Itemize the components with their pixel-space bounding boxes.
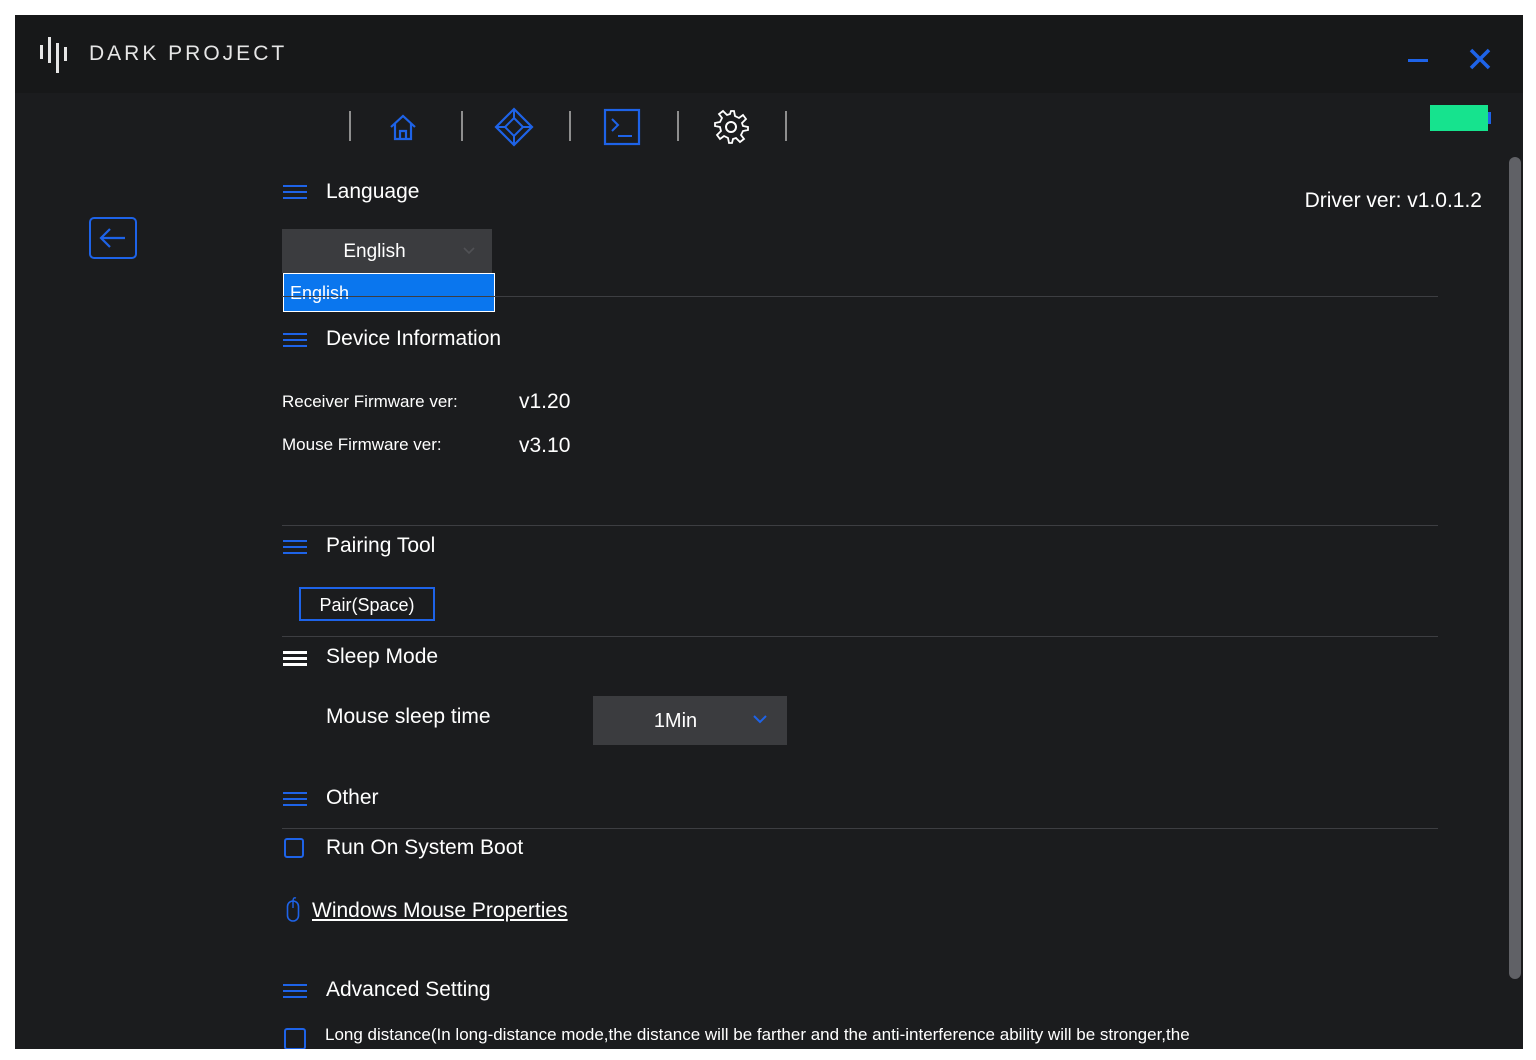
battery-indicator bbox=[1430, 105, 1488, 131]
section-title-other: Other bbox=[326, 786, 379, 809]
long-distance-label: Long distance(In long-distance mode,the … bbox=[325, 1025, 1190, 1044]
title-bar[interactable]: DARK PROJECT bbox=[15, 15, 1523, 93]
home-icon[interactable] bbox=[381, 105, 425, 149]
toolbar-separator bbox=[461, 111, 463, 141]
windows-mouse-properties-link[interactable]: Windows Mouse Properties bbox=[312, 899, 568, 923]
language-selected-value: English bbox=[343, 241, 406, 262]
toolbar-separator bbox=[785, 111, 787, 141]
menu-lines-icon bbox=[283, 984, 307, 1002]
divider bbox=[282, 296, 1438, 297]
mouse-sleep-time-label: Mouse sleep time bbox=[326, 705, 491, 728]
menu-lines-icon bbox=[283, 651, 307, 669]
section-title-pairing-tool: Pairing Tool bbox=[326, 534, 436, 557]
language-select[interactable]: English bbox=[282, 229, 492, 273]
sleep-time-value: 1Min bbox=[653, 710, 698, 732]
mouse-firmware-label: Mouse Firmware ver: bbox=[282, 435, 442, 454]
arrow-left-icon bbox=[99, 228, 125, 248]
run-on-boot-checkbox[interactable] bbox=[284, 838, 304, 858]
minimize-icon[interactable] bbox=[1408, 59, 1428, 62]
app-window: DARK PROJECT Driver ver: v1.0.1.2 Langua… bbox=[15, 15, 1523, 1049]
sleep-time-select[interactable]: 1Min bbox=[593, 696, 787, 745]
divider bbox=[282, 525, 1438, 526]
battery-tip bbox=[1488, 112, 1491, 124]
brand-logo-icon bbox=[40, 37, 67, 73]
menu-lines-icon bbox=[283, 792, 307, 810]
chevron-down-icon bbox=[753, 715, 767, 724]
section-title-language: Language bbox=[326, 180, 420, 203]
diamond-icon[interactable] bbox=[492, 105, 536, 149]
scrollbar-thumb[interactable] bbox=[1509, 157, 1521, 979]
long-distance-checkbox[interactable] bbox=[284, 1028, 306, 1049]
receiver-firmware-value: v1.20 bbox=[519, 390, 571, 413]
section-title-device-information: Device Information bbox=[326, 327, 502, 350]
pair-button[interactable]: Pair(Space) bbox=[299, 587, 435, 621]
gear-icon[interactable] bbox=[709, 105, 753, 149]
receiver-firmware-label: Receiver Firmware ver: bbox=[282, 392, 458, 411]
run-on-boot-label: Run On System Boot bbox=[326, 836, 524, 859]
driver-version: Driver ver: v1.0.1.2 bbox=[1304, 189, 1482, 212]
terminal-icon[interactable] bbox=[600, 105, 644, 149]
section-title-advanced-setting: Advanced Setting bbox=[326, 978, 491, 1001]
close-icon[interactable] bbox=[1467, 45, 1493, 73]
pair-button-label: Pair(Space) bbox=[319, 595, 415, 615]
section-title-sleep-mode: Sleep Mode bbox=[326, 645, 439, 668]
language-option[interactable]: English bbox=[283, 273, 495, 312]
menu-lines-icon bbox=[283, 333, 307, 351]
language-option-label: English bbox=[290, 283, 350, 303]
divider bbox=[282, 636, 1438, 637]
toolbar-separator bbox=[677, 111, 679, 141]
toolbar-separator bbox=[349, 111, 351, 141]
mouse-firmware-value: v3.10 bbox=[519, 434, 571, 457]
chevron-down-icon bbox=[463, 247, 475, 255]
mouse-icon bbox=[286, 897, 300, 922]
toolbar-separator bbox=[569, 111, 571, 141]
menu-lines-icon bbox=[283, 185, 307, 203]
menu-lines-icon bbox=[283, 540, 307, 558]
back-button[interactable] bbox=[89, 217, 137, 259]
brand-name: DARK PROJECT bbox=[89, 42, 288, 65]
divider bbox=[282, 828, 1438, 829]
